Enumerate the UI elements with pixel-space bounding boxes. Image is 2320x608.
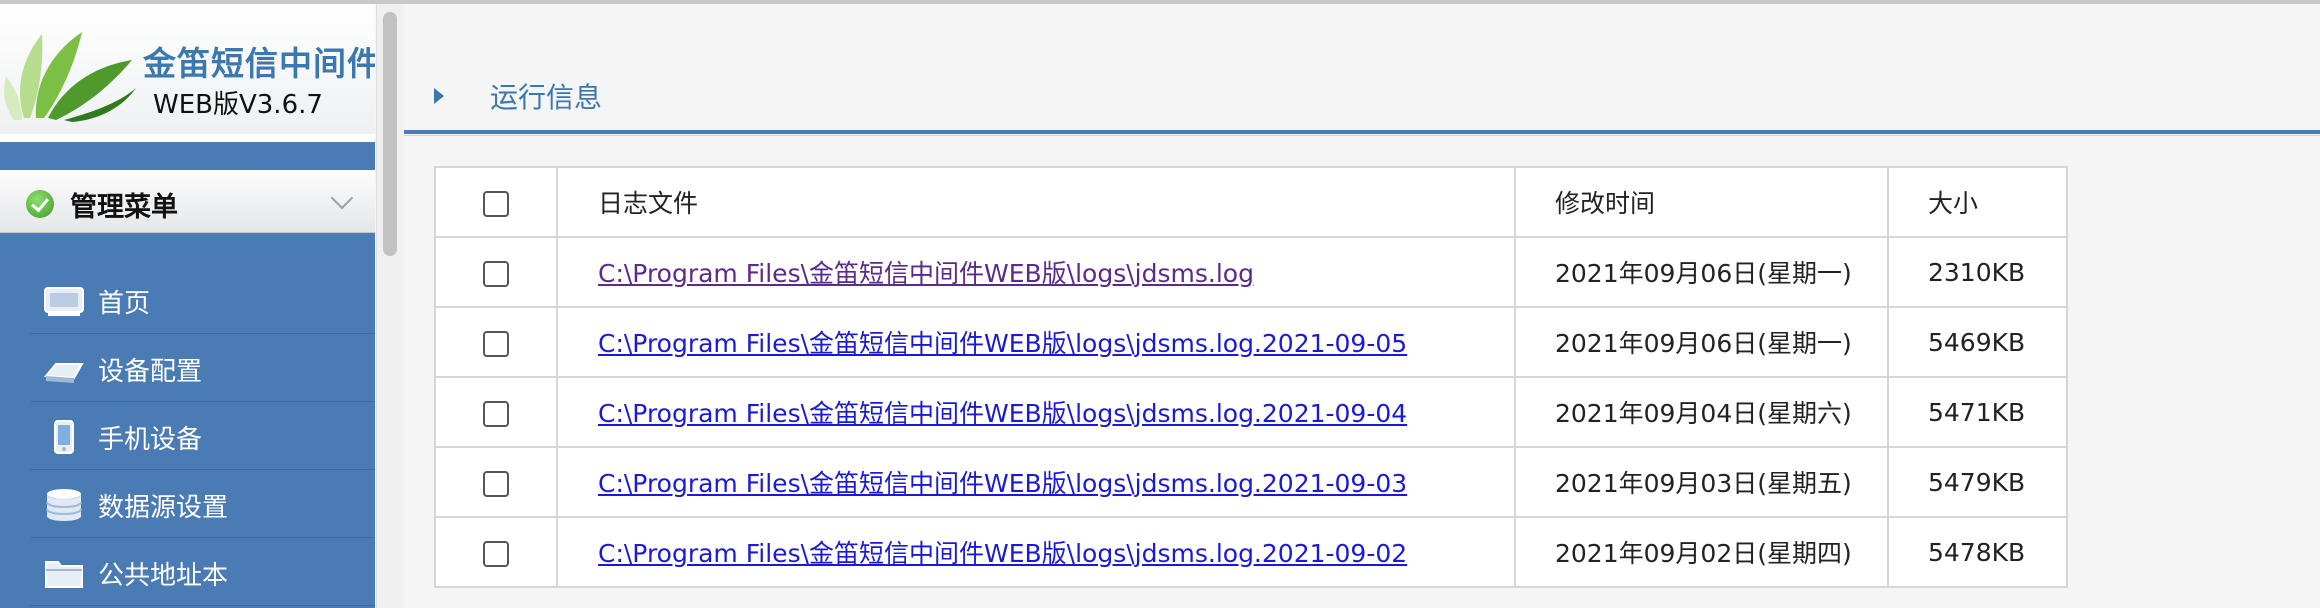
table-row: C:\Program Files\金笛短信中间件WEB版\logs\jdsms.… xyxy=(434,236,2068,308)
file-cell: C:\Program Files\金笛短信中间件WEB版\logs\jdsms.… xyxy=(556,236,1516,308)
chevron-down-icon[interactable] xyxy=(330,186,354,210)
menu-title: 管理菜单 xyxy=(70,192,178,223)
file-size: 2310KB xyxy=(1887,236,2068,308)
modified-time: 2021年09月03日(星期五) xyxy=(1514,446,1889,518)
sidebar-item-datasource[interactable]: 数据源设置 xyxy=(30,470,375,538)
scrollbar-thumb[interactable] xyxy=(383,12,397,256)
menu-header[interactable]: 管理菜单 xyxy=(0,170,375,233)
file-size: 5471KB xyxy=(1887,376,2068,448)
file-size: 5478KB xyxy=(1887,516,2068,588)
modified-time: 2021年09月06日(星期一) xyxy=(1514,306,1889,378)
mobile-phone-icon xyxy=(54,420,74,454)
column-header-time: 修改时间 xyxy=(1514,166,1889,238)
table-header-row: 日志文件 修改时间 大小 xyxy=(434,166,2068,238)
file-size: 5469KB xyxy=(1887,306,2068,378)
sidebar-item-device-config[interactable]: 设备配置 xyxy=(30,334,375,402)
database-icon xyxy=(46,489,82,521)
file-cell: C:\Program Files\金笛短信中间件WEB版\logs\jdsms.… xyxy=(556,306,1516,378)
monitor-icon xyxy=(44,287,84,316)
app-title: 金笛短信中间件 xyxy=(143,44,375,83)
sidebar-item-label: 公共地址本 xyxy=(98,561,229,591)
modified-time: 2021年09月02日(星期四) xyxy=(1514,516,1889,588)
sidebar-item-label: 手机设备 xyxy=(98,425,203,455)
file-cell: C:\Program Files\金笛短信中间件WEB版\logs\jdsms.… xyxy=(556,516,1516,588)
logo-area: 金笛短信中间件 WEB版V3.6.7 xyxy=(0,4,375,135)
app-version: WEB版V3.6.7 xyxy=(153,90,323,120)
table-row: C:\Program Files\金笛短信中间件WEB版\logs\jdsms.… xyxy=(434,376,2068,448)
modified-time: 2021年09月06日(星期一) xyxy=(1514,236,1889,308)
row-check-cell xyxy=(434,306,558,378)
log-files-table: 日志文件 修改时间 大小 C:\Program Files\金笛短信中间件WEB… xyxy=(434,166,2068,588)
divider xyxy=(0,134,375,142)
file-size: 5479KB xyxy=(1887,446,2068,518)
log-file-link[interactable]: C:\Program Files\金笛短信中间件WEB版\logs\jdsms.… xyxy=(598,469,1407,498)
column-header-file: 日志文件 xyxy=(556,166,1516,238)
row-checkbox[interactable] xyxy=(483,540,509,567)
triangle-right-icon xyxy=(434,88,444,104)
row-check-cell xyxy=(434,516,558,588)
table-row: C:\Program Files\金笛短信中间件WEB版\logs\jdsms.… xyxy=(434,516,2068,588)
file-cell: C:\Program Files\金笛短信中间件WEB版\logs\jdsms.… xyxy=(556,446,1516,518)
check-circle-icon xyxy=(26,190,54,218)
modified-time: 2021年09月04日(星期六) xyxy=(1514,376,1889,448)
sidebar-scrollbar[interactable] xyxy=(376,4,405,608)
divider xyxy=(0,142,375,170)
select-all-cell xyxy=(434,166,558,238)
column-header-size: 大小 xyxy=(1887,166,2068,238)
sidebar-nav: 首页 设备配置 手机设备 数据源设置 公共地址本 xyxy=(30,266,375,606)
sidebar-item-label: 设备配置 xyxy=(98,357,203,387)
main-content: 运行信息 日志文件 修改时间 大小 C:\Program Files\金笛短信中… xyxy=(404,4,2320,608)
row-checkbox[interactable] xyxy=(483,330,509,357)
row-checkbox[interactable] xyxy=(483,400,509,427)
row-checkbox[interactable] xyxy=(483,470,509,497)
sidebar-item-home[interactable]: 首页 xyxy=(30,266,375,334)
table-row: C:\Program Files\金笛短信中间件WEB版\logs\jdsms.… xyxy=(434,306,2068,378)
row-check-cell xyxy=(434,236,558,308)
bamboo-leaves-logo xyxy=(4,32,136,122)
section-divider xyxy=(404,130,2320,134)
log-file-link[interactable]: C:\Program Files\金笛短信中间件WEB版\logs\jdsms.… xyxy=(598,259,1254,288)
section-divider xyxy=(404,135,2320,136)
row-checkbox[interactable] xyxy=(483,260,509,287)
sidebar: 金笛短信中间件 WEB版V3.6.7 管理菜单 首页 设备配置 手机设备 数据源… xyxy=(0,4,375,608)
sidebar-item-mobile[interactable]: 手机设备 xyxy=(30,402,375,470)
device-config-icon xyxy=(44,363,84,383)
row-check-cell xyxy=(434,446,558,518)
select-all-checkbox[interactable] xyxy=(483,190,509,217)
page-title: 运行信息 xyxy=(490,81,603,114)
file-cell: C:\Program Files\金笛短信中间件WEB版\logs\jdsms.… xyxy=(556,376,1516,448)
log-file-link[interactable]: C:\Program Files\金笛短信中间件WEB版\logs\jdsms.… xyxy=(598,329,1407,358)
sidebar-item-label: 数据源设置 xyxy=(98,493,229,523)
log-file-link[interactable]: C:\Program Files\金笛短信中间件WEB版\logs\jdsms.… xyxy=(598,399,1407,428)
log-file-link[interactable]: C:\Program Files\金笛短信中间件WEB版\logs\jdsms.… xyxy=(598,539,1407,568)
row-check-cell xyxy=(434,376,558,448)
sidebar-item-label: 首页 xyxy=(98,289,151,319)
sidebar-item-address-book[interactable]: 公共地址本 xyxy=(30,538,375,606)
table-row: C:\Program Files\金笛短信中间件WEB版\logs\jdsms.… xyxy=(434,446,2068,518)
folder-icon xyxy=(45,561,83,588)
